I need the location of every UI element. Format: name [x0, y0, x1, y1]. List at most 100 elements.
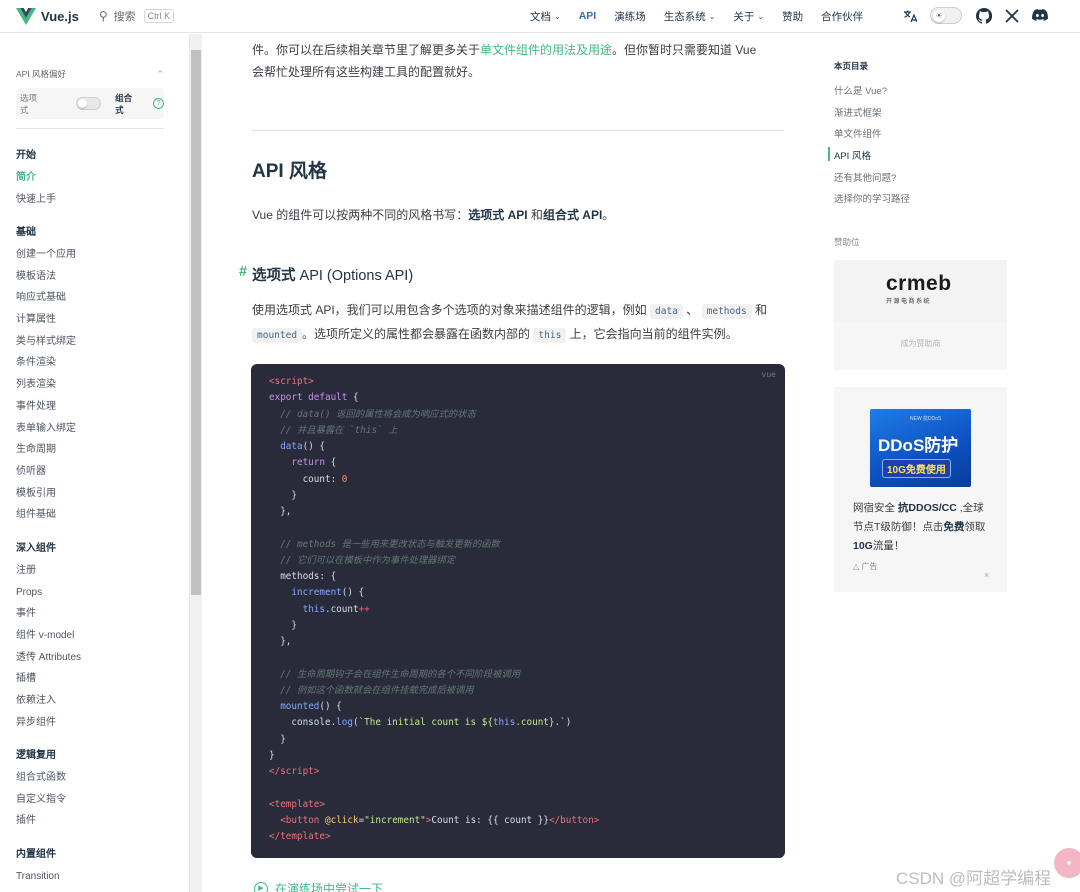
try-in-playground-link[interactable]: ▶ 在演练场中尝试一下	[254, 880, 383, 892]
sidebar-item[interactable]: 组合式函数	[16, 767, 66, 789]
text-strong: 免费	[943, 521, 965, 533]
sidebar-scrollbar[interactable]	[189, 34, 202, 892]
toggle-knob	[78, 99, 88, 108]
sidebar-item[interactable]: 生命周期	[16, 439, 76, 461]
nav-docs-label: 文档	[530, 10, 551, 23]
home-link[interactable]: Vue.js	[16, 7, 79, 25]
inline-code: methods	[701, 304, 752, 319]
sidebar-item[interactable]: 模板引用	[16, 483, 76, 505]
sidebar-item[interactable]: 插槽	[16, 668, 81, 690]
pref-option-label[interactable]: 选项式	[20, 92, 44, 116]
pref-title: API 风格偏好	[16, 69, 67, 79]
code-lang-label: vue	[761, 370, 776, 379]
theme-toggle[interactable]: ☀	[930, 7, 962, 24]
sidebar-item[interactable]: 组件 v-model	[16, 625, 81, 647]
sidebar-group-reusability: 逻辑复用 组合式函数 自定义指令 插件	[16, 745, 66, 832]
code-content: <script> export default { // data() 返回的属…	[269, 376, 600, 842]
nav-about[interactable]: 关于 ⌄	[733, 9, 764, 24]
search-button[interactable]: ⚲ 搜索 Ctrl K	[98, 8, 175, 24]
heading-strong: 选项式	[252, 268, 296, 284]
sidebar-item[interactable]: 侦听器	[16, 461, 76, 483]
help-icon[interactable]: ?	[153, 98, 164, 109]
discord-icon[interactable]	[1032, 8, 1048, 24]
scrollbar-thumb[interactable]	[191, 50, 201, 595]
logo-text: Vue.js	[41, 8, 79, 24]
nav-docs[interactable]: 文档 ⌄	[530, 9, 561, 24]
sidebar-item[interactable]: 自定义指令	[16, 789, 66, 811]
sidebar-item[interactable]: 依赖注入	[16, 690, 81, 712]
x-icon[interactable]	[1004, 8, 1020, 24]
sidebar-item[interactable]: 表单输入绑定	[16, 418, 76, 440]
ad-text-link[interactable]: 网宿安全 抗DDOS/CC ,全球节点T级防御！点击免费领取10G流量！	[853, 499, 993, 556]
toc-title: 本页目录	[834, 61, 869, 71]
text: 件。你可以在后续相关章节里了解更多关于	[252, 43, 481, 57]
section-heading-options-api: # 选项式 API (Options API)	[239, 264, 413, 285]
text: 网宿安全	[853, 502, 898, 514]
nav-playground[interactable]: 演练场	[614, 9, 646, 24]
sidebar-item[interactable]: 插件	[16, 810, 66, 832]
sidebar-item[interactable]: 透传 Attributes	[16, 647, 81, 669]
sidebar-item[interactable]: 事件	[16, 603, 81, 625]
composition-api-strong: 组合式 API	[542, 208, 603, 222]
text: 。但你暂时只需要知道 Vue	[612, 43, 757, 57]
watermark: CSDN @阿超学编程	[896, 869, 1052, 888]
pref-composition-label[interactable]: 组合式	[115, 92, 139, 116]
text: 、	[686, 303, 699, 317]
nav-sponsor[interactable]: 赞助	[782, 9, 803, 24]
sidebar-item-quick-start[interactable]: 快速上手	[16, 189, 56, 211]
toc-item[interactable]: 渐进式框架	[834, 105, 882, 119]
text-strong: 抗DDOS/CC	[897, 502, 957, 514]
sidebar-item[interactable]: 事件处理	[16, 396, 76, 418]
sidebar-item[interactable]: 注册	[16, 560, 81, 582]
github-icon[interactable]	[976, 7, 992, 24]
become-sponsor-link[interactable]: 成为赞助商	[834, 338, 1007, 349]
sidebar-item[interactable]: 异步组件	[16, 712, 81, 734]
code-block[interactable]: vue <script> export default { // data() …	[251, 364, 785, 858]
ad-image[interactable]: NEW 抗DDoS DDoS防护 10G免费使用	[870, 409, 971, 487]
nav-api[interactable]: API	[579, 10, 597, 22]
text: 上，它会指向当前的组件实例。	[569, 327, 738, 341]
toc-item[interactable]: 什么是 Vue?	[834, 83, 887, 97]
text: 会帮忙处理所有这些构建工具的配置就好。	[252, 65, 481, 79]
options-api-strong: 选项式 API	[468, 208, 528, 222]
toc-item[interactable]: 还有其他问题?	[834, 170, 896, 184]
sidebar-item-intro[interactable]: 简介	[16, 167, 56, 189]
translate-icon[interactable]	[902, 8, 918, 24]
play-icon: ▶	[254, 881, 268, 892]
sidebar-item[interactable]: 组件基础	[16, 504, 76, 526]
text: 。	[602, 208, 615, 222]
sidebar-group-title: 内置组件	[16, 849, 56, 860]
api-style-toggle[interactable]	[76, 97, 102, 110]
sidebar-item[interactable]: 响应式基础	[16, 287, 76, 309]
ad-tag-label: 广告	[861, 562, 878, 571]
close-icon[interactable]: ×	[984, 570, 989, 580]
nav-about-label: 关于	[733, 10, 755, 23]
chevron-down-icon: ⌄	[554, 11, 561, 21]
sidebar-item[interactable]: Transition	[16, 866, 60, 888]
toc-item[interactable]: 选择你的学习路径	[834, 191, 910, 205]
toc-item-active[interactable]: API 风格	[834, 148, 871, 162]
anchor-link[interactable]: #	[239, 264, 247, 280]
sidebar-item[interactable]: Props	[16, 582, 81, 604]
sidebar-item[interactable]: 模板语法	[16, 266, 76, 288]
sidebar-group-essentials: 基础 创建一个应用 模板语法 响应式基础 计算属性 类与样式绑定 条件渲染 列表…	[16, 222, 76, 526]
api-style-pref[interactable]: API 风格偏好 ⌃	[16, 68, 164, 80]
chevron-up-icon[interactable]: ⌃	[156, 69, 164, 80]
sponsor-title: 赞助位	[834, 237, 860, 247]
search-label: 搜索	[113, 11, 136, 23]
sidebar-item[interactable]: 计算属性	[16, 309, 76, 331]
floating-badge-icon[interactable]: ●	[1054, 848, 1080, 878]
nav-partners[interactable]: 合作伙伴	[821, 9, 863, 24]
nav-ecosystem[interactable]: 生态系统 ⌄	[664, 9, 716, 24]
search-icon: ⚲	[98, 9, 108, 23]
sidebar-item[interactable]: 列表渲染	[16, 374, 76, 396]
sidebar-item[interactable]: 创建一个应用	[16, 244, 76, 266]
sidebar-item[interactable]: 条件渲染	[16, 352, 76, 374]
toc-item[interactable]: 单文件组件	[834, 126, 882, 140]
sidebar-item[interactable]: 类与样式绑定	[16, 331, 76, 353]
sfc-usage-link[interactable]: 单文件组件的用法及用途	[480, 43, 612, 57]
sidebar-group-title: 基础	[16, 227, 36, 238]
sponsor-logo-link[interactable]: crmeb 开源电商系统	[834, 260, 1007, 322]
sidebar-group-title: 开始	[16, 150, 36, 161]
text: 。选项所定义的属性都会暴露在函数内部的	[302, 327, 531, 341]
